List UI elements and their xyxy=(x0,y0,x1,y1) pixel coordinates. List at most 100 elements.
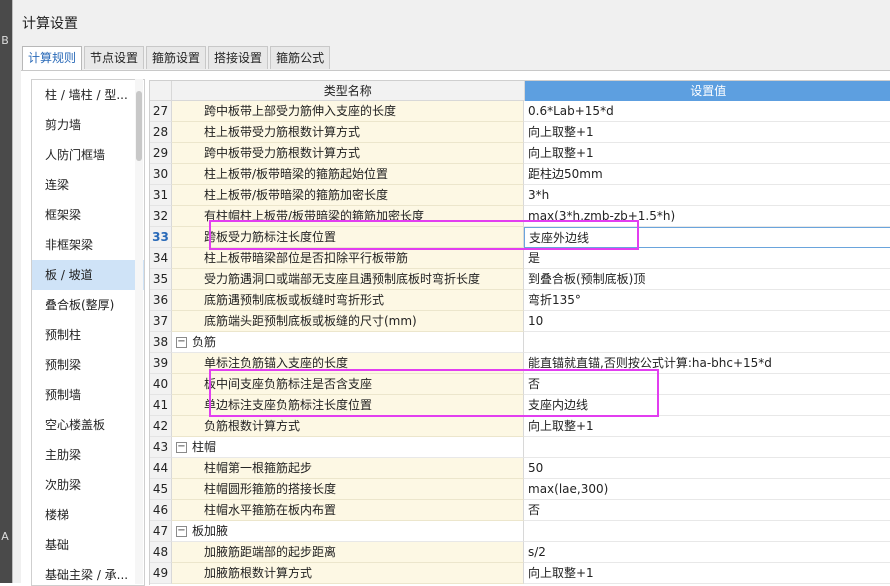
table-row[interactable]: 27跨中板带上部受力筋伸入支座的长度0.6*Lab+15*d xyxy=(150,101,890,122)
table-row[interactable]: 31柱上板带/板带暗梁的箍筋加密长度3*h xyxy=(150,185,890,206)
setting-value-cell[interactable]: 是 xyxy=(524,248,890,269)
table-row[interactable]: 37底筋端头距预制底板或板缝的尺寸(mm)10 xyxy=(150,311,890,332)
table-row[interactable]: 28柱上板带受力筋根数计算方式向上取整+1 xyxy=(150,122,890,143)
type-name-text: 受力筋遇洞口或端部无支座且遇预制底板时弯折长度 xyxy=(172,272,480,286)
row-number: 46 xyxy=(150,500,172,521)
type-name-text: 柱帽 xyxy=(190,440,216,454)
table-row[interactable]: 30柱上板带/板带暗梁的箍筋起始位置距柱边50mm xyxy=(150,164,890,185)
type-name-text: 柱帽圆形箍筋的搭接长度 xyxy=(172,482,336,496)
table-row[interactable]: 29跨中板带受力筋根数计算方式向上取整+1 xyxy=(150,143,890,164)
table-row[interactable]: 32有柱帽柱上板带/板带暗梁的箍筋加密长度max(3*h,zmb-zb+1.5*… xyxy=(150,206,890,227)
setting-value-cell[interactable]: 50 xyxy=(524,458,890,479)
table-row[interactable]: 42负筋根数计算方式向上取整+1 xyxy=(150,416,890,437)
setting-value-cell[interactable]: 距柱边50mm xyxy=(524,164,890,185)
sidebar-scroll-thumb[interactable] xyxy=(136,91,142,161)
sidebar-item[interactable]: 次肋梁 xyxy=(32,470,144,500)
table-row[interactable]: 35受力筋遇洞口或端部无支座且遇预制底板时弯折长度 到叠合板(预制底板)顶 xyxy=(150,269,890,290)
collapse-icon[interactable]: − xyxy=(176,337,187,348)
sidebar-item[interactable]: 空心楼盖板 xyxy=(32,410,144,440)
type-name-cell: −板加腋 xyxy=(172,521,524,542)
setting-value-cell[interactable]: 向上取整+1 xyxy=(524,143,890,164)
tab-stirrup-formula[interactable]: 箍筋公式 xyxy=(270,46,330,69)
table-row[interactable]: 49加腋筋根数计算方式向上取整+1 xyxy=(150,563,890,584)
row-number: 29 xyxy=(150,143,172,164)
sidebar-item[interactable]: 预制梁 xyxy=(32,350,144,380)
setting-value-cell[interactable]: 支座内边线 xyxy=(524,395,890,416)
setting-value-cell[interactable]: 0.6*Lab+15*d xyxy=(524,101,890,122)
tab-content-panel: 柱 / 墙柱 / 型...剪力墙人防门框墙连梁框架梁非框架梁板 / 坡道叠合板(… xyxy=(21,70,890,584)
sidebar-item[interactable]: 板 / 坡道 xyxy=(32,260,144,290)
sidebar-item[interactable]: 叠合板(整厚) xyxy=(32,290,144,320)
setting-value-cell[interactable]: 弯折135° xyxy=(524,290,890,311)
sidebar-item[interactable]: 基础 xyxy=(32,530,144,560)
type-name-text: 底筋遇预制底板或板缝时弯折形式 xyxy=(172,293,384,307)
table-row[interactable]: 34柱上板带暗梁部位是否扣除平行板带筋是 xyxy=(150,248,890,269)
type-name-text: 负筋 xyxy=(190,335,216,349)
edge-letter-b: B xyxy=(0,34,10,47)
table-row[interactable]: 48加腋筋距端部的起步距离s/2 xyxy=(150,542,890,563)
sidebar-scrollbar[interactable] xyxy=(135,79,143,584)
type-name-text: 有柱帽柱上板带/板带暗梁的箍筋加密长度 xyxy=(172,209,424,223)
type-name-cell: 柱上板带/板带暗梁的箍筋加密长度 xyxy=(172,185,524,206)
table-row[interactable]: 45柱帽圆形箍筋的搭接长度 max(lae,300) xyxy=(150,479,890,500)
row-number: 35 xyxy=(150,269,172,290)
table-row[interactable]: 33跨板受力筋标注长度位置支座外边线 xyxy=(150,227,890,248)
setting-value-cell[interactable]: 向上取整+1 xyxy=(524,563,890,584)
table-row[interactable]: 36底筋遇预制底板或板缝时弯折形式 弯折135° xyxy=(150,290,890,311)
type-name-text: 板加腋 xyxy=(190,524,228,538)
setting-value-cell[interactable]: 向上取整+1 xyxy=(524,122,890,143)
table-row[interactable]: 41单边标注支座负筋标注长度位置支座内边线 xyxy=(150,395,890,416)
type-name-text: 单边标注支座负筋标注长度位置 xyxy=(172,398,372,412)
row-number: 36 xyxy=(150,290,172,311)
sidebar-item[interactable]: 预制墙 xyxy=(32,380,144,410)
table-row[interactable]: 39单标注负筋锚入支座的长度能直锚就直锚,否则按公式计算:ha-bhc+15*d xyxy=(150,353,890,374)
setting-value-cell[interactable]: 支座外边线 xyxy=(524,227,890,248)
collapse-icon[interactable]: − xyxy=(176,526,187,537)
table-row[interactable]: 40板中间支座负筋标注是否含支座否 xyxy=(150,374,890,395)
type-name-cell: 跨板受力筋标注长度位置 xyxy=(172,227,524,248)
sidebar-item[interactable]: 预制柱 xyxy=(32,320,144,350)
edge-letter-a: A xyxy=(0,530,10,543)
setting-value-cell[interactable]: 10 xyxy=(524,311,890,332)
sidebar-item[interactable]: 楼梯 xyxy=(32,500,144,530)
sidebar-item[interactable]: 基础主梁 / 承... xyxy=(32,560,144,586)
sidebar-item[interactable]: 主肋梁 xyxy=(32,440,144,470)
row-number: 43 xyxy=(150,437,172,458)
setting-value-cell[interactable]: max(3*h,zmb-zb+1.5*h) xyxy=(524,206,890,227)
setting-value-cell[interactable]: 3*h xyxy=(524,185,890,206)
sidebar-item[interactable]: 框架梁 xyxy=(32,200,144,230)
table-row[interactable]: 44柱帽第一根箍筋起步50 xyxy=(150,458,890,479)
grid-body: 27跨中板带上部受力筋伸入支座的长度0.6*Lab+15*d28柱上板带受力筋根… xyxy=(150,101,890,584)
collapse-icon[interactable]: − xyxy=(176,442,187,453)
type-name-text: 跨中板带上部受力筋伸入支座的长度 xyxy=(172,104,396,118)
sidebar-item[interactable]: 连梁 xyxy=(32,170,144,200)
tab-calc-rules[interactable]: 计算规则 xyxy=(22,46,82,71)
row-number: 42 xyxy=(150,416,172,437)
setting-value-cell[interactable]: 到叠合板(预制底板)顶 xyxy=(524,269,890,290)
dialog-title: 计算设置 xyxy=(22,13,78,33)
type-name-cell: 柱上板带暗梁部位是否扣除平行板带筋 xyxy=(172,248,524,269)
row-number: 45 xyxy=(150,479,172,500)
setting-value-cell[interactable]: s/2 xyxy=(524,542,890,563)
group-row[interactable]: 43−柱帽 xyxy=(150,437,890,458)
type-name-text: 柱上板带暗梁部位是否扣除平行板带筋 xyxy=(172,251,408,265)
tab-node-settings[interactable]: 节点设置 xyxy=(84,46,144,69)
tab-stirrup-settings[interactable]: 箍筋设置 xyxy=(146,46,206,69)
table-row[interactable]: 46柱帽水平箍筋在板内布置否 xyxy=(150,500,890,521)
setting-value-cell xyxy=(524,332,890,353)
setting-value-cell[interactable]: 能直锚就直锚,否则按公式计算:ha-bhc+15*d xyxy=(524,353,890,374)
setting-value-cell[interactable]: 否 xyxy=(524,500,890,521)
type-name-text: 底筋端头距预制底板或板缝的尺寸(mm) xyxy=(172,314,417,328)
setting-value-cell xyxy=(524,521,890,542)
sidebar-item[interactable]: 人防门框墙 xyxy=(32,140,144,170)
sidebar-item[interactable]: 非框架梁 xyxy=(32,230,144,260)
group-row[interactable]: 38−负筋 xyxy=(150,332,890,353)
calc-settings-dialog: 计算设置 计算规则 节点设置 箍筋设置 搭接设置 箍筋公式 柱 / 墙柱 / 型… xyxy=(12,0,890,583)
group-row[interactable]: 47−板加腋 xyxy=(150,521,890,542)
sidebar-item[interactable]: 剪力墙 xyxy=(32,110,144,140)
tab-lap-settings[interactable]: 搭接设置 xyxy=(208,46,268,69)
setting-value-cell[interactable]: 向上取整+1 xyxy=(524,416,890,437)
setting-value-cell[interactable]: max(lae,300) xyxy=(524,479,890,500)
sidebar-item[interactable]: 柱 / 墙柱 / 型... xyxy=(32,80,144,110)
setting-value-cell[interactable]: 否 xyxy=(524,374,890,395)
